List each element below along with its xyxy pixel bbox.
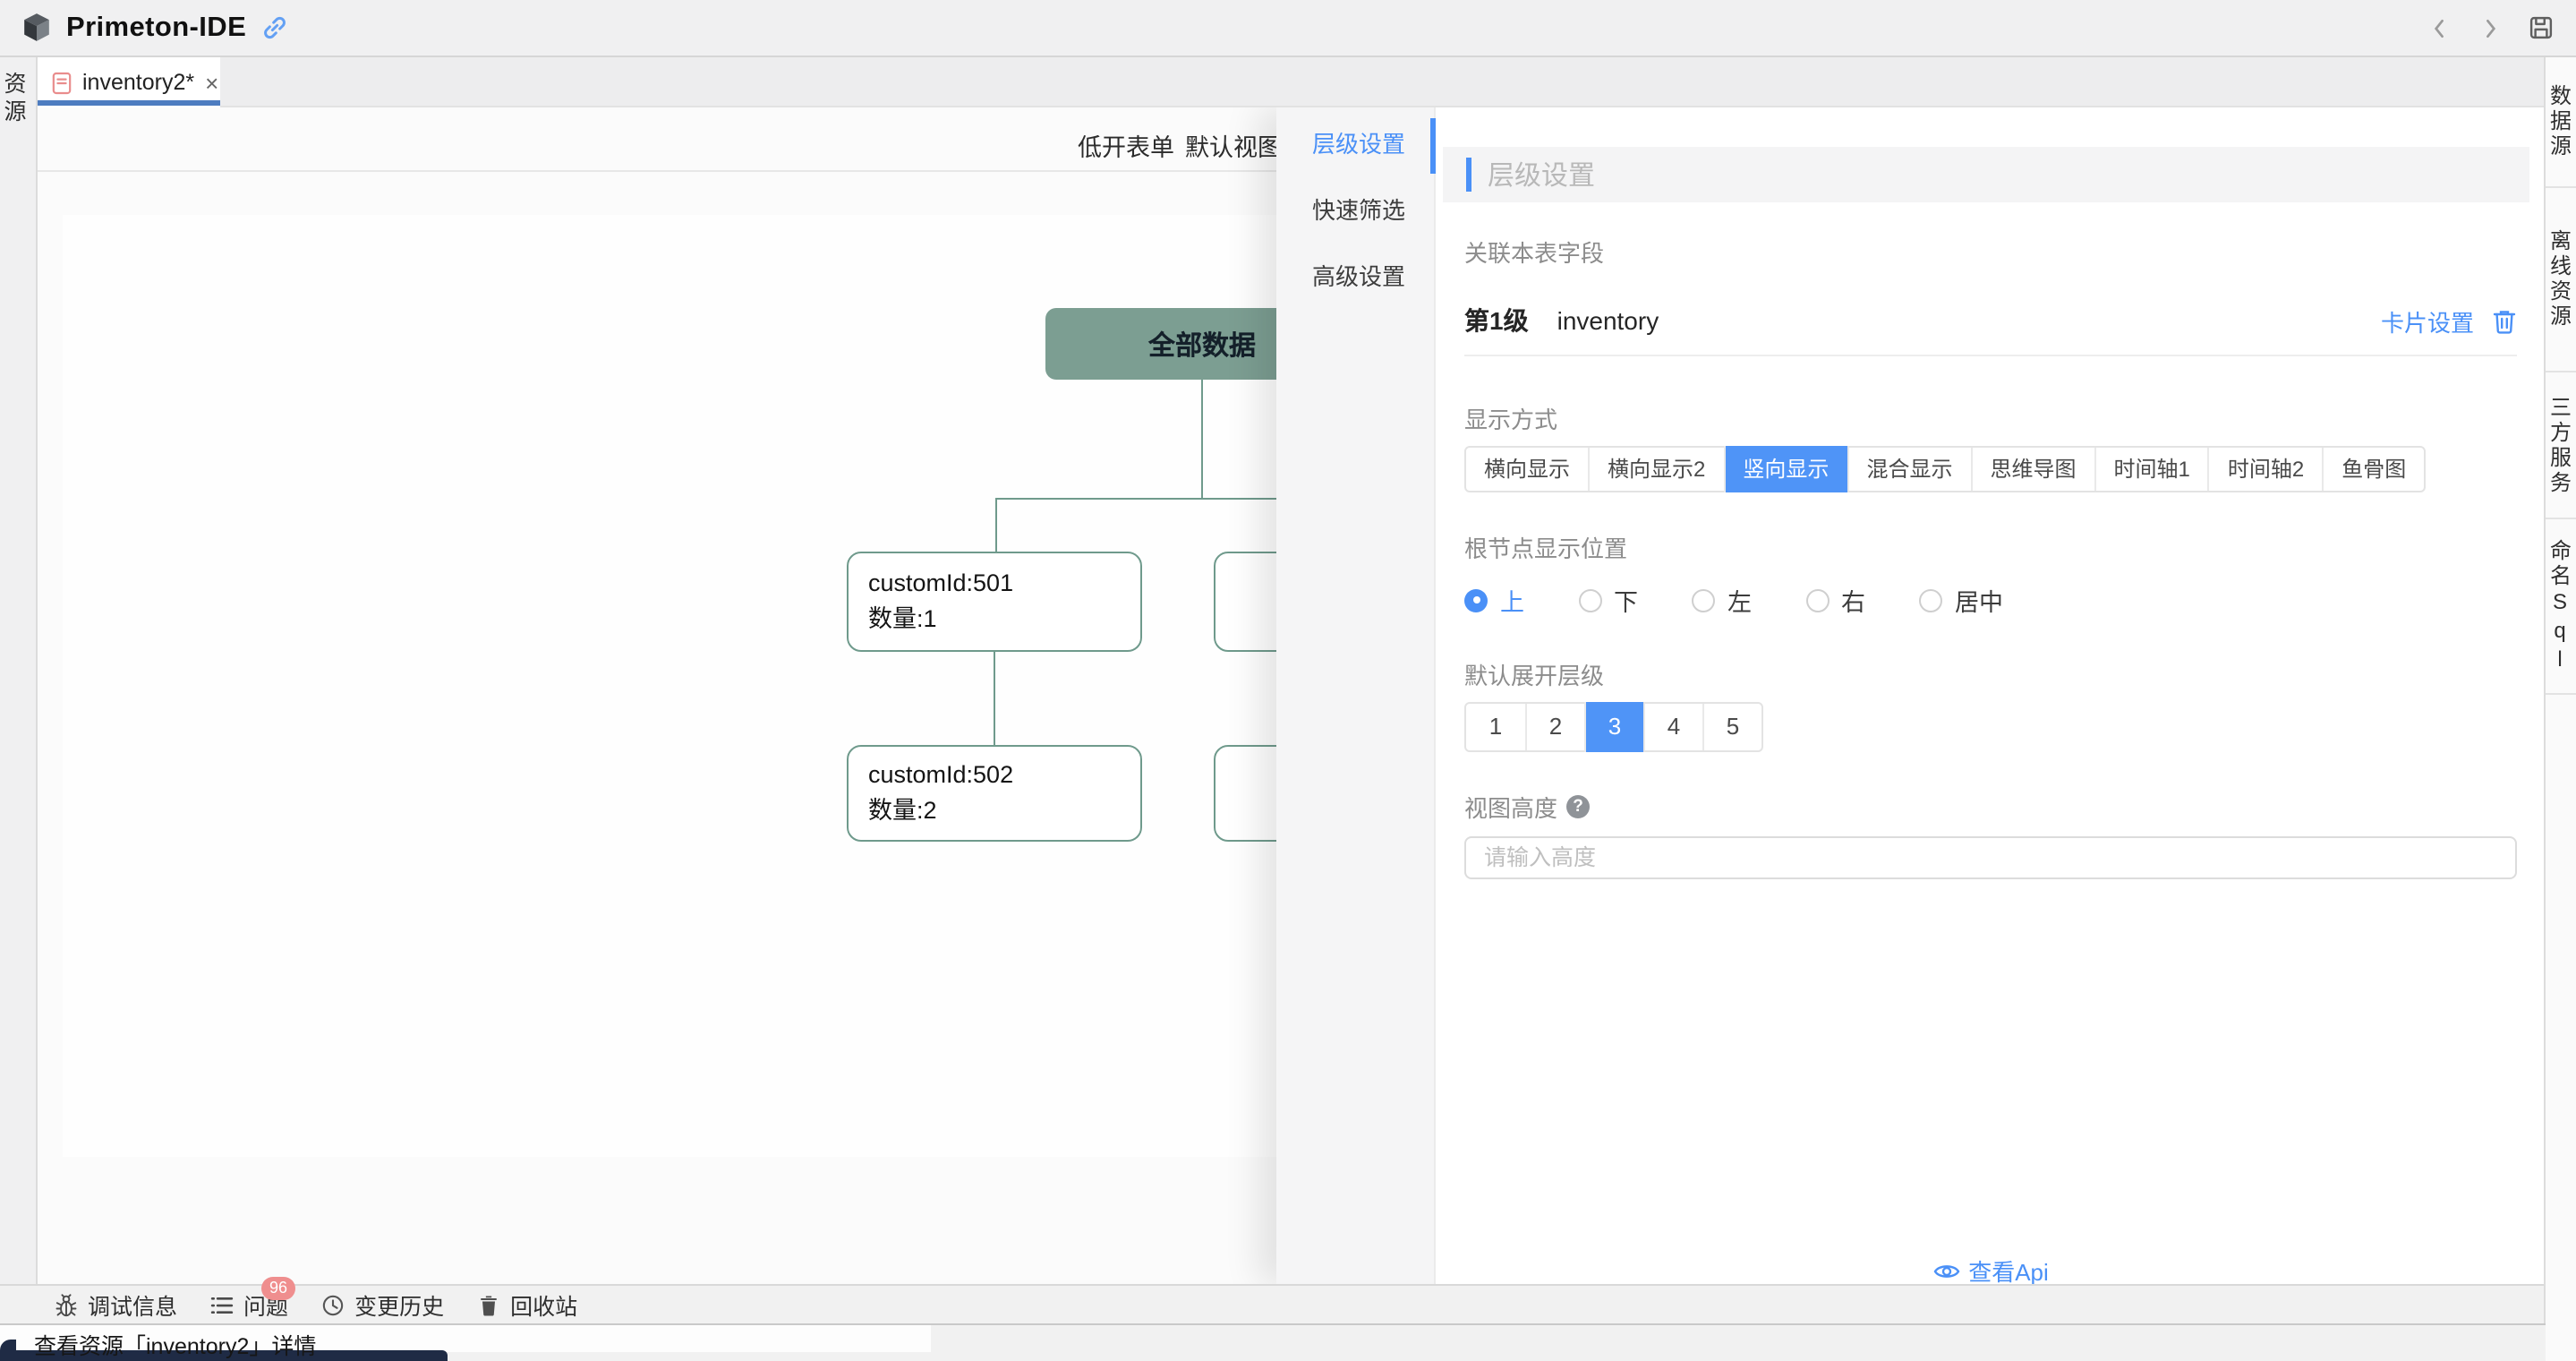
- recycle-bin-button[interactable]: 回收站: [476, 1288, 577, 1322]
- list-icon: [209, 1292, 235, 1317]
- node-quantity: 数量:2: [868, 796, 1140, 826]
- level-number: 第1级: [1464, 303, 1529, 338]
- app-logo-cube-icon: [21, 13, 52, 43]
- radio-right[interactable]: 右: [1805, 582, 1865, 618]
- menu-item-quick-filter[interactable]: 快速筛选: [1276, 177, 1434, 244]
- link-icon[interactable]: [260, 14, 287, 41]
- tab-bar: inventory2* ×: [38, 57, 2546, 107]
- radio-bottom[interactable]: 下: [1578, 582, 1638, 618]
- display-mode-group: 横向显示 横向显示2 竖向显示 混合显示 思维导图 时间轴1 时间轴2 鱼骨图: [1464, 446, 2426, 492]
- radio-icon: [1805, 588, 1829, 612]
- radio-icon: [1919, 588, 1942, 612]
- tab-close-icon[interactable]: ×: [205, 71, 218, 94]
- radio-top[interactable]: 上: [1464, 582, 1524, 618]
- trash-icon: [476, 1292, 501, 1317]
- mode-fishbone[interactable]: 鱼骨图: [2322, 448, 2424, 491]
- level-row-actions: 卡片设置: [2381, 304, 2517, 338]
- rail-empty-space: [2546, 695, 2576, 1361]
- mode-mindmap[interactable]: 思维导图: [1970, 448, 2094, 491]
- section-divider: [1464, 355, 2517, 356]
- app-title: Primeton-IDE: [66, 12, 246, 44]
- menu-item-advanced-settings[interactable]: 高级设置: [1276, 244, 1434, 310]
- mode-timeline2[interactable]: 时间轴2: [2208, 448, 2322, 491]
- problem-count-badge: 96: [261, 1277, 295, 1300]
- low-code-form-button[interactable]: 低开表单: [1078, 127, 1174, 158]
- menu-item-level-settings[interactable]: 层级设置: [1276, 111, 1434, 177]
- level-3-selected[interactable]: 3: [1584, 702, 1643, 752]
- card-settings-link[interactable]: 卡片设置: [2381, 304, 2474, 338]
- title-accent-bar: [1466, 158, 1471, 192]
- document-icon: [52, 71, 72, 94]
- level-field-value: inventory: [1557, 306, 1659, 335]
- display-mode-label: 显示方式: [1464, 401, 1557, 435]
- primeton-ide-window: Primeton-IDE 资源 inventory2* ×: [0, 0, 2576, 1361]
- radio-selected-icon: [1464, 588, 1488, 612]
- mode-timeline1[interactable]: 时间轴1: [2094, 448, 2208, 491]
- tree-root-label: 全部数据: [1148, 325, 1256, 363]
- tree-node-502[interactable]: customId:502 数量:2: [847, 745, 1142, 842]
- change-history-button[interactable]: 变更历史: [320, 1288, 444, 1322]
- level-settings-panel: 层级设置 关联本表字段 第1级 inventory 卡片设置 显示方式 横: [1436, 107, 2546, 1284]
- title-bar: Primeton-IDE: [0, 0, 2576, 57]
- screenshot-stage: Primeton-IDE 资源 inventory2* ×: [0, 0, 2576, 1361]
- expand-level-group: 1 2 3 4 5: [1464, 702, 1763, 752]
- node-title: customId:501: [868, 569, 1140, 599]
- level-1[interactable]: 1: [1466, 704, 1525, 750]
- tab-title: inventory2*: [82, 70, 194, 95]
- default-view-button[interactable]: 默认视图: [1185, 127, 1282, 158]
- rail-item-datasource[interactable]: 数据源: [2546, 57, 2576, 188]
- drawer-menu: 层级设置 快速筛选 高级设置: [1276, 107, 1436, 1284]
- panel-title-band: 层级设置: [1443, 147, 2529, 202]
- level-2[interactable]: 2: [1525, 704, 1584, 750]
- view-api-link[interactable]: 查看Api: [1436, 1254, 2546, 1288]
- level-5[interactable]: 5: [1702, 704, 1761, 750]
- bottom-toolbar: 调试信息 问题 变更历史 回收站 96: [0, 1284, 2546, 1323]
- link-fields-label: 关联本表字段: [1464, 235, 1604, 269]
- clock-icon: [320, 1292, 345, 1317]
- settings-drawer: 层级设置 快速筛选 高级设置 层级设置 关联本表字段 第1级 inventory…: [1276, 107, 2546, 1284]
- radio-center[interactable]: 居中: [1919, 582, 2003, 618]
- mode-horizontal2[interactable]: 横向显示2: [1588, 448, 1723, 491]
- view-height-label: 视图高度 ?: [1464, 790, 1590, 824]
- view-height-input[interactable]: [1464, 836, 2516, 879]
- root-position-label: 根节点显示位置: [1464, 530, 1627, 564]
- rail-item-offline-resources[interactable]: 离线资源: [2546, 188, 2576, 372]
- debug-info-button[interactable]: 调试信息: [54, 1288, 177, 1322]
- level-1-row: 第1级 inventory 卡片设置: [1464, 304, 2517, 337]
- rail-item-third-party-services[interactable]: 三方服务: [2546, 372, 2576, 519]
- left-rail-resources[interactable]: 资源: [0, 57, 38, 1325]
- tree-connector: [995, 498, 1282, 500]
- mode-mixed[interactable]: 混合显示: [1847, 448, 1970, 491]
- expand-level-label: 默认展开层级: [1464, 657, 1604, 691]
- right-rail: 数据源 离线资源 三方服务 命名Sql: [2544, 57, 2576, 1361]
- radio-left[interactable]: 左: [1692, 582, 1752, 618]
- rail-item-named-sql[interactable]: 命名Sql: [2546, 519, 2576, 695]
- help-question-icon[interactable]: ?: [1566, 795, 1590, 818]
- tree-connector: [995, 498, 997, 552]
- radio-icon: [1578, 588, 1601, 612]
- radio-icon: [1692, 588, 1715, 612]
- tree-connector: [994, 652, 995, 745]
- mode-horizontal[interactable]: 横向显示: [1466, 448, 1588, 491]
- root-position-group: 上 下 左 右 居中: [1464, 582, 2003, 618]
- save-icon[interactable]: [2528, 14, 2555, 41]
- tree-node-501[interactable]: customId:501 数量:1: [847, 552, 1142, 652]
- tree-connector: [1201, 378, 1203, 498]
- active-tab-indicator: [38, 100, 220, 106]
- mode-vertical-selected[interactable]: 竖向显示: [1723, 446, 1847, 492]
- node-title: customId:502: [868, 760, 1140, 791]
- nav-forward-icon[interactable]: [2478, 15, 2503, 40]
- status-text: 查看资源「inventory2」详情: [34, 1327, 316, 1361]
- eye-icon: [1932, 1260, 1959, 1281]
- header-actions: [2427, 14, 2555, 41]
- nav-back-icon[interactable]: [2427, 15, 2452, 40]
- bug-icon: [54, 1292, 79, 1317]
- left-rail-label: 资源: [5, 72, 30, 127]
- level-4[interactable]: 4: [1643, 704, 1702, 750]
- panel-title: 层级设置: [1488, 156, 1595, 193]
- canvas-toolbar-divider: [38, 170, 1291, 172]
- status-row: 查看资源「inventory2」详情: [0, 1323, 2546, 1361]
- node-quantity: 数量:1: [868, 604, 1140, 635]
- delete-level-icon[interactable]: [2492, 307, 2517, 334]
